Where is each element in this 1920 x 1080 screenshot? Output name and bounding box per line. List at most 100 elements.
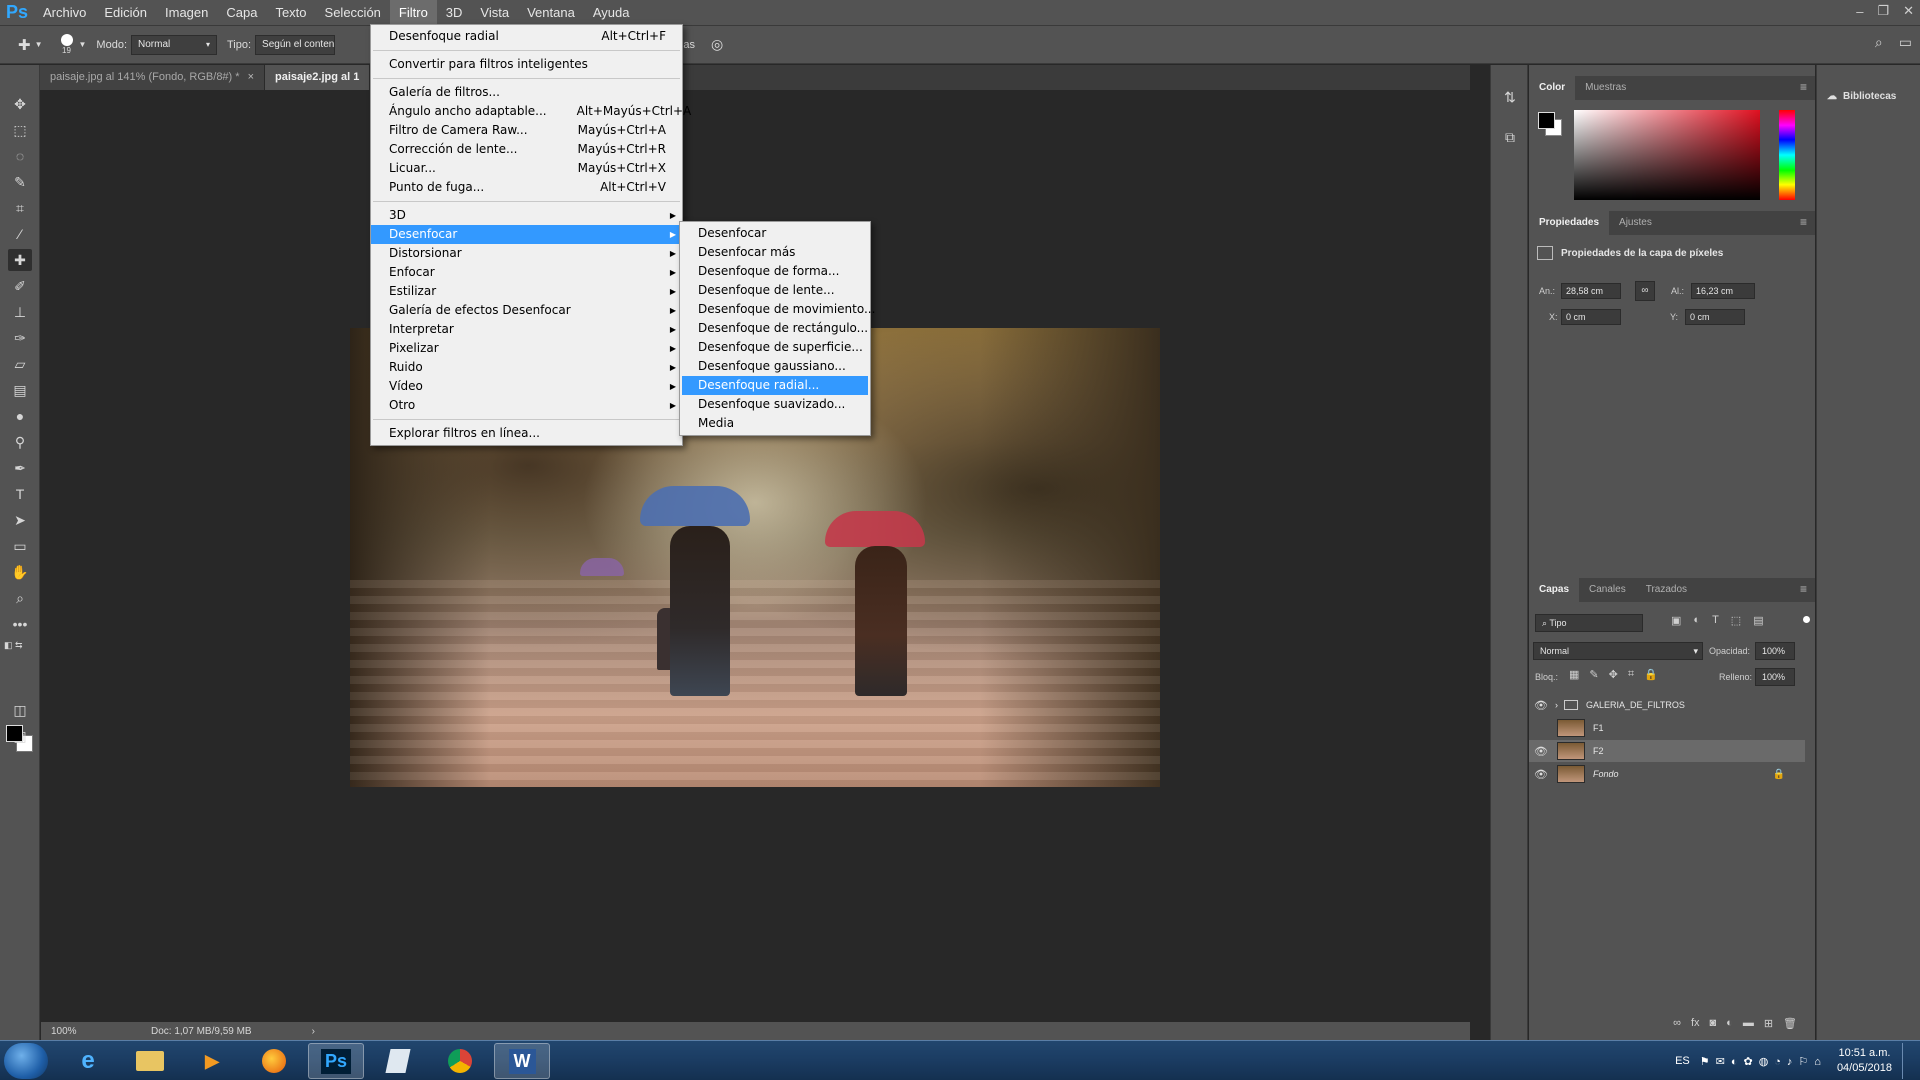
quick-mask-icon[interactable]: ◫ <box>8 699 32 721</box>
chevron-down-icon[interactable]: ▼ <box>79 40 87 49</box>
quick-selection-tool-icon[interactable]: ✎ <box>8 171 32 193</box>
hue-slider[interactable] <box>1779 110 1795 200</box>
tab-layers[interactable]: Capas <box>1529 578 1580 602</box>
menu-ayuda[interactable]: Ayuda <box>584 0 639 26</box>
add-mask-icon[interactable]: ◙ <box>1710 1017 1717 1029</box>
tab-paisaje[interactable]: paisaje.jpg al 141% (Fondo, RGB/8#) * × <box>40 65 265 90</box>
gradient-tool-icon[interactable]: ▤ <box>8 379 32 401</box>
panel-menu-icon[interactable]: ≡ <box>1800 80 1807 94</box>
submenu-desenfocar[interactable]: Desenfocar ▶ <box>371 225 682 244</box>
blur-item-superficie[interactable]: Desenfoque de superficie... <box>680 338 870 357</box>
panel-foreground-color[interactable] <box>1538 112 1555 129</box>
path-selection-tool-icon[interactable]: ➤ <box>8 509 32 531</box>
move-tool-icon[interactable]: ✥ <box>8 93 32 115</box>
lock-artboard-icon[interactable]: ⌗ <box>1628 668 1634 681</box>
color-picker-field[interactable] <box>1574 110 1760 200</box>
opacity-field[interactable]: 100% <box>1755 642 1795 660</box>
menu-archivo[interactable]: Archivo <box>34 0 95 26</box>
eye-hidden-icon[interactable]: □ <box>1529 722 1553 734</box>
submenu-interpretar[interactable]: Interpretar ▶ <box>371 320 682 339</box>
blur-tool-icon[interactable]: ● <box>8 405 32 427</box>
menu-item-liquify[interactable]: Licuar... Mayús+Ctrl+X <box>371 159 682 178</box>
lock-position-icon[interactable]: ✥ <box>1609 668 1618 681</box>
submenu-estilizar[interactable]: Estilizar ▶ <box>371 282 682 301</box>
tab-swatches[interactable]: Muestras <box>1575 76 1636 100</box>
eye-icon[interactable]: 👁 <box>1529 768 1553 781</box>
search-icon[interactable]: ⌕ <box>1875 34 1883 51</box>
blur-item-forma[interactable]: Desenfoque de forma... <box>680 262 870 281</box>
chrome-icon[interactable] <box>432 1043 488 1079</box>
menu-seleccion[interactable]: Selección <box>316 0 390 26</box>
menu-item-last-filter[interactable]: Desenfoque radial Alt+Ctrl+F <box>371 27 682 46</box>
tab-color[interactable]: Color <box>1529 76 1576 100</box>
media-player-icon[interactable]: ▶ <box>184 1043 240 1079</box>
eye-icon[interactable]: 👁 <box>1529 699 1553 712</box>
layer-row-fondo[interactable]: 👁 Fondo 🔒 <box>1529 763 1805 785</box>
type-select[interactable]: Según el conten <box>255 34 336 55</box>
history-brush-tool-icon[interactable]: ✑ <box>8 327 32 349</box>
pixel-filter-icon[interactable]: ▣ <box>1671 614 1681 627</box>
tool-presets-icon[interactable]: ⧉ <box>1500 127 1520 147</box>
blur-item-media[interactable]: Media <box>680 414 870 433</box>
internet-explorer-icon[interactable]: e <box>60 1043 116 1079</box>
brush-tool-icon[interactable]: ✐ <box>8 275 32 297</box>
submenu-enfocar[interactable]: Enfocar ▶ <box>371 263 682 282</box>
language-indicator[interactable]: ES <box>1675 1055 1690 1067</box>
tray-icons[interactable]: ⚑✉◐✿◍◔♪⚐⌂ <box>1700 1055 1827 1068</box>
submenu-distorsionar[interactable]: Distorsionar ▶ <box>371 244 682 263</box>
fill-field[interactable]: 100% <box>1755 668 1795 686</box>
layer-row-group[interactable]: 👁 › GALERIA_DE_FILTROS <box>1529 694 1805 716</box>
eyedropper-tool-icon[interactable]: ⁄ <box>8 223 32 245</box>
history-panel-icon[interactable]: ⇅ <box>1500 87 1520 107</box>
file-explorer-icon[interactable] <box>122 1043 178 1079</box>
panel-menu-icon[interactable]: ≡ <box>1800 215 1807 229</box>
show-desktop-button[interactable] <box>1902 1043 1910 1079</box>
close-icon[interactable]: × <box>248 65 254 90</box>
blur-item-desenfocar-mas[interactable]: Desenfocar más <box>680 243 870 262</box>
submenu-pixelizar[interactable]: Pixelizar ▶ <box>371 339 682 358</box>
restore-icon[interactable]: ❐ <box>1877 3 1889 19</box>
fx-icon[interactable]: fx <box>1691 1017 1700 1029</box>
libraries-button[interactable]: ☁ Bibliotecas <box>1821 85 1917 107</box>
menu-item-filter-gallery[interactable]: Galería de filtros... <box>371 83 682 102</box>
y-field[interactable]: 0 cm <box>1685 309 1745 325</box>
workspace-icon[interactable]: ▭ <box>1899 34 1912 51</box>
submenu-3d[interactable]: 3D ▶ <box>371 206 682 225</box>
menu-item-adaptive-wide-angle[interactable]: Ángulo ancho adaptable... Alt+Mayús+Ctrl… <box>371 102 691 121</box>
blur-item-rectangulo[interactable]: Desenfoque de rectángulo... <box>680 319 870 338</box>
photoshop-taskbar-button[interactable]: Ps <box>308 1043 364 1079</box>
submenu-video[interactable]: Vídeo ▶ <box>371 377 682 396</box>
blur-item-gaussiano[interactable]: Desenfoque gaussiano... <box>680 357 870 376</box>
minimize-icon[interactable]: – <box>1856 4 1863 19</box>
menu-3d[interactable]: 3D <box>437 0 472 26</box>
adjustment-filter-icon[interactable]: ◐ <box>1693 614 1700 627</box>
blur-item-suavizado[interactable]: Desenfoque suavizado... <box>680 395 870 414</box>
notepad-icon[interactable] <box>370 1043 426 1079</box>
menu-item-browse-filters[interactable]: Explorar filtros en línea... <box>371 424 682 443</box>
link-icon[interactable]: ∞ <box>1635 281 1655 301</box>
brush-size-picker[interactable]: 19 <box>60 33 73 56</box>
submenu-ruido[interactable]: Ruido ▶ <box>371 358 682 377</box>
marquee-tool-icon[interactable]: ⬚ <box>8 119 32 141</box>
menu-edicion[interactable]: Edición <box>95 0 156 26</box>
close-icon[interactable]: ✕ <box>1903 3 1914 19</box>
tab-channels[interactable]: Canales <box>1579 578 1636 602</box>
panel-menu-icon[interactable]: ≡ <box>1800 582 1807 596</box>
adjustment-layer-icon[interactable]: ◐ <box>1726 1017 1733 1029</box>
menu-item-smart-filters[interactable]: Convertir para filtros inteligentes <box>371 55 682 74</box>
lock-all-icon[interactable]: 🔒 <box>1644 668 1658 681</box>
tab-paths[interactable]: Trazados <box>1636 578 1697 602</box>
shape-filter-icon[interactable]: ⬚ <box>1731 614 1741 627</box>
menu-ventana[interactable]: Ventana <box>518 0 584 26</box>
hand-tool-icon[interactable]: ✋ <box>8 561 32 583</box>
eye-icon[interactable]: 👁 <box>1529 745 1553 758</box>
new-group-icon[interactable]: ▬ <box>1743 1017 1754 1029</box>
filter-toggle-icon[interactable] <box>1803 616 1810 623</box>
blend-mode-select[interactable]: Normal ▾ <box>1533 642 1703 660</box>
blur-item-movimiento[interactable]: Desenfoque de movimiento... <box>680 300 875 319</box>
pressure-icon[interactable]: ◎ <box>711 36 723 53</box>
dodge-tool-icon[interactable]: ⚲ <box>8 431 32 453</box>
blur-item-lente[interactable]: Desenfoque de lente... <box>680 281 870 300</box>
blur-item-desenfocar[interactable]: Desenfocar <box>680 224 870 243</box>
menu-item-camera-raw[interactable]: Filtro de Camera Raw... Mayús+Ctrl+A <box>371 121 682 140</box>
